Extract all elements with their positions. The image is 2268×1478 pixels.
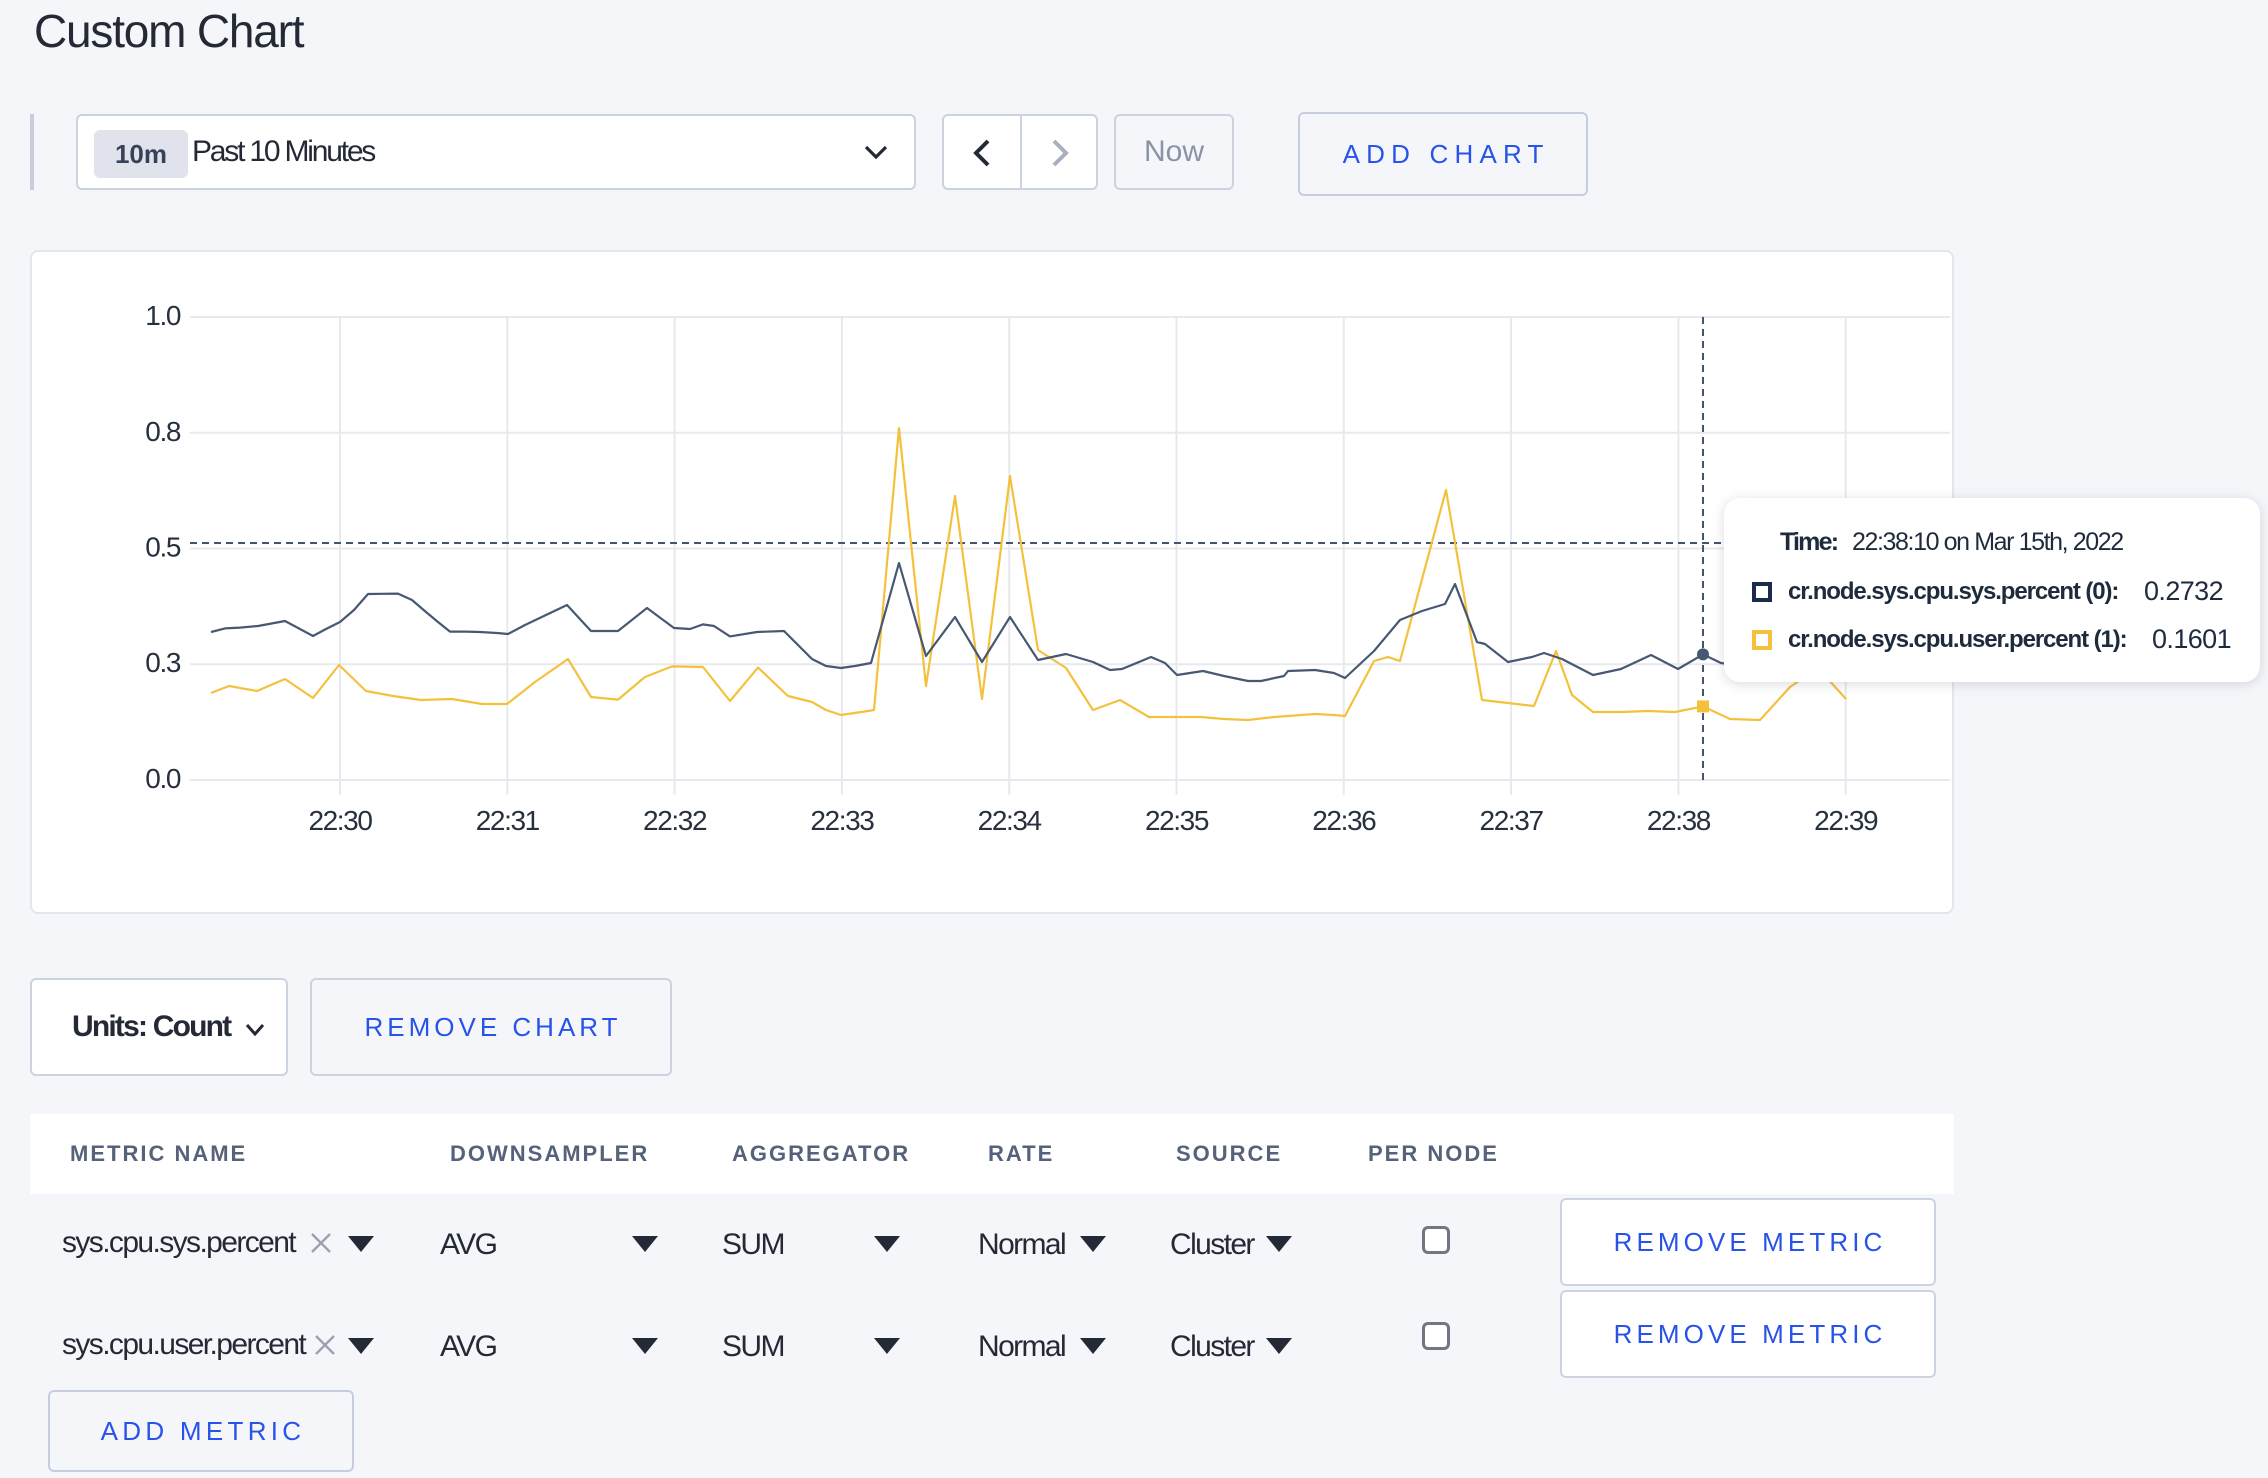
svg-text:22:37: 22:37 bbox=[1480, 805, 1544, 836]
svg-text:22:34: 22:34 bbox=[978, 805, 1042, 836]
svg-text:22:30: 22:30 bbox=[308, 805, 372, 836]
svg-text:22:32: 22:32 bbox=[643, 805, 707, 836]
svg-text:22:38: 22:38 bbox=[1647, 805, 1711, 836]
svg-text:1.0: 1.0 bbox=[145, 300, 181, 331]
svg-text:0.0: 0.0 bbox=[145, 763, 181, 794]
svg-text:0.8: 0.8 bbox=[145, 416, 181, 447]
svg-text:0.3: 0.3 bbox=[145, 647, 181, 678]
svg-text:22:33: 22:33 bbox=[810, 805, 874, 836]
svg-text:22:39: 22:39 bbox=[1814, 805, 1878, 836]
svg-text:0.5: 0.5 bbox=[145, 532, 181, 563]
svg-text:22:35: 22:35 bbox=[1145, 805, 1209, 836]
svg-text:22:36: 22:36 bbox=[1312, 805, 1376, 836]
svg-text:22:31: 22:31 bbox=[476, 805, 540, 836]
